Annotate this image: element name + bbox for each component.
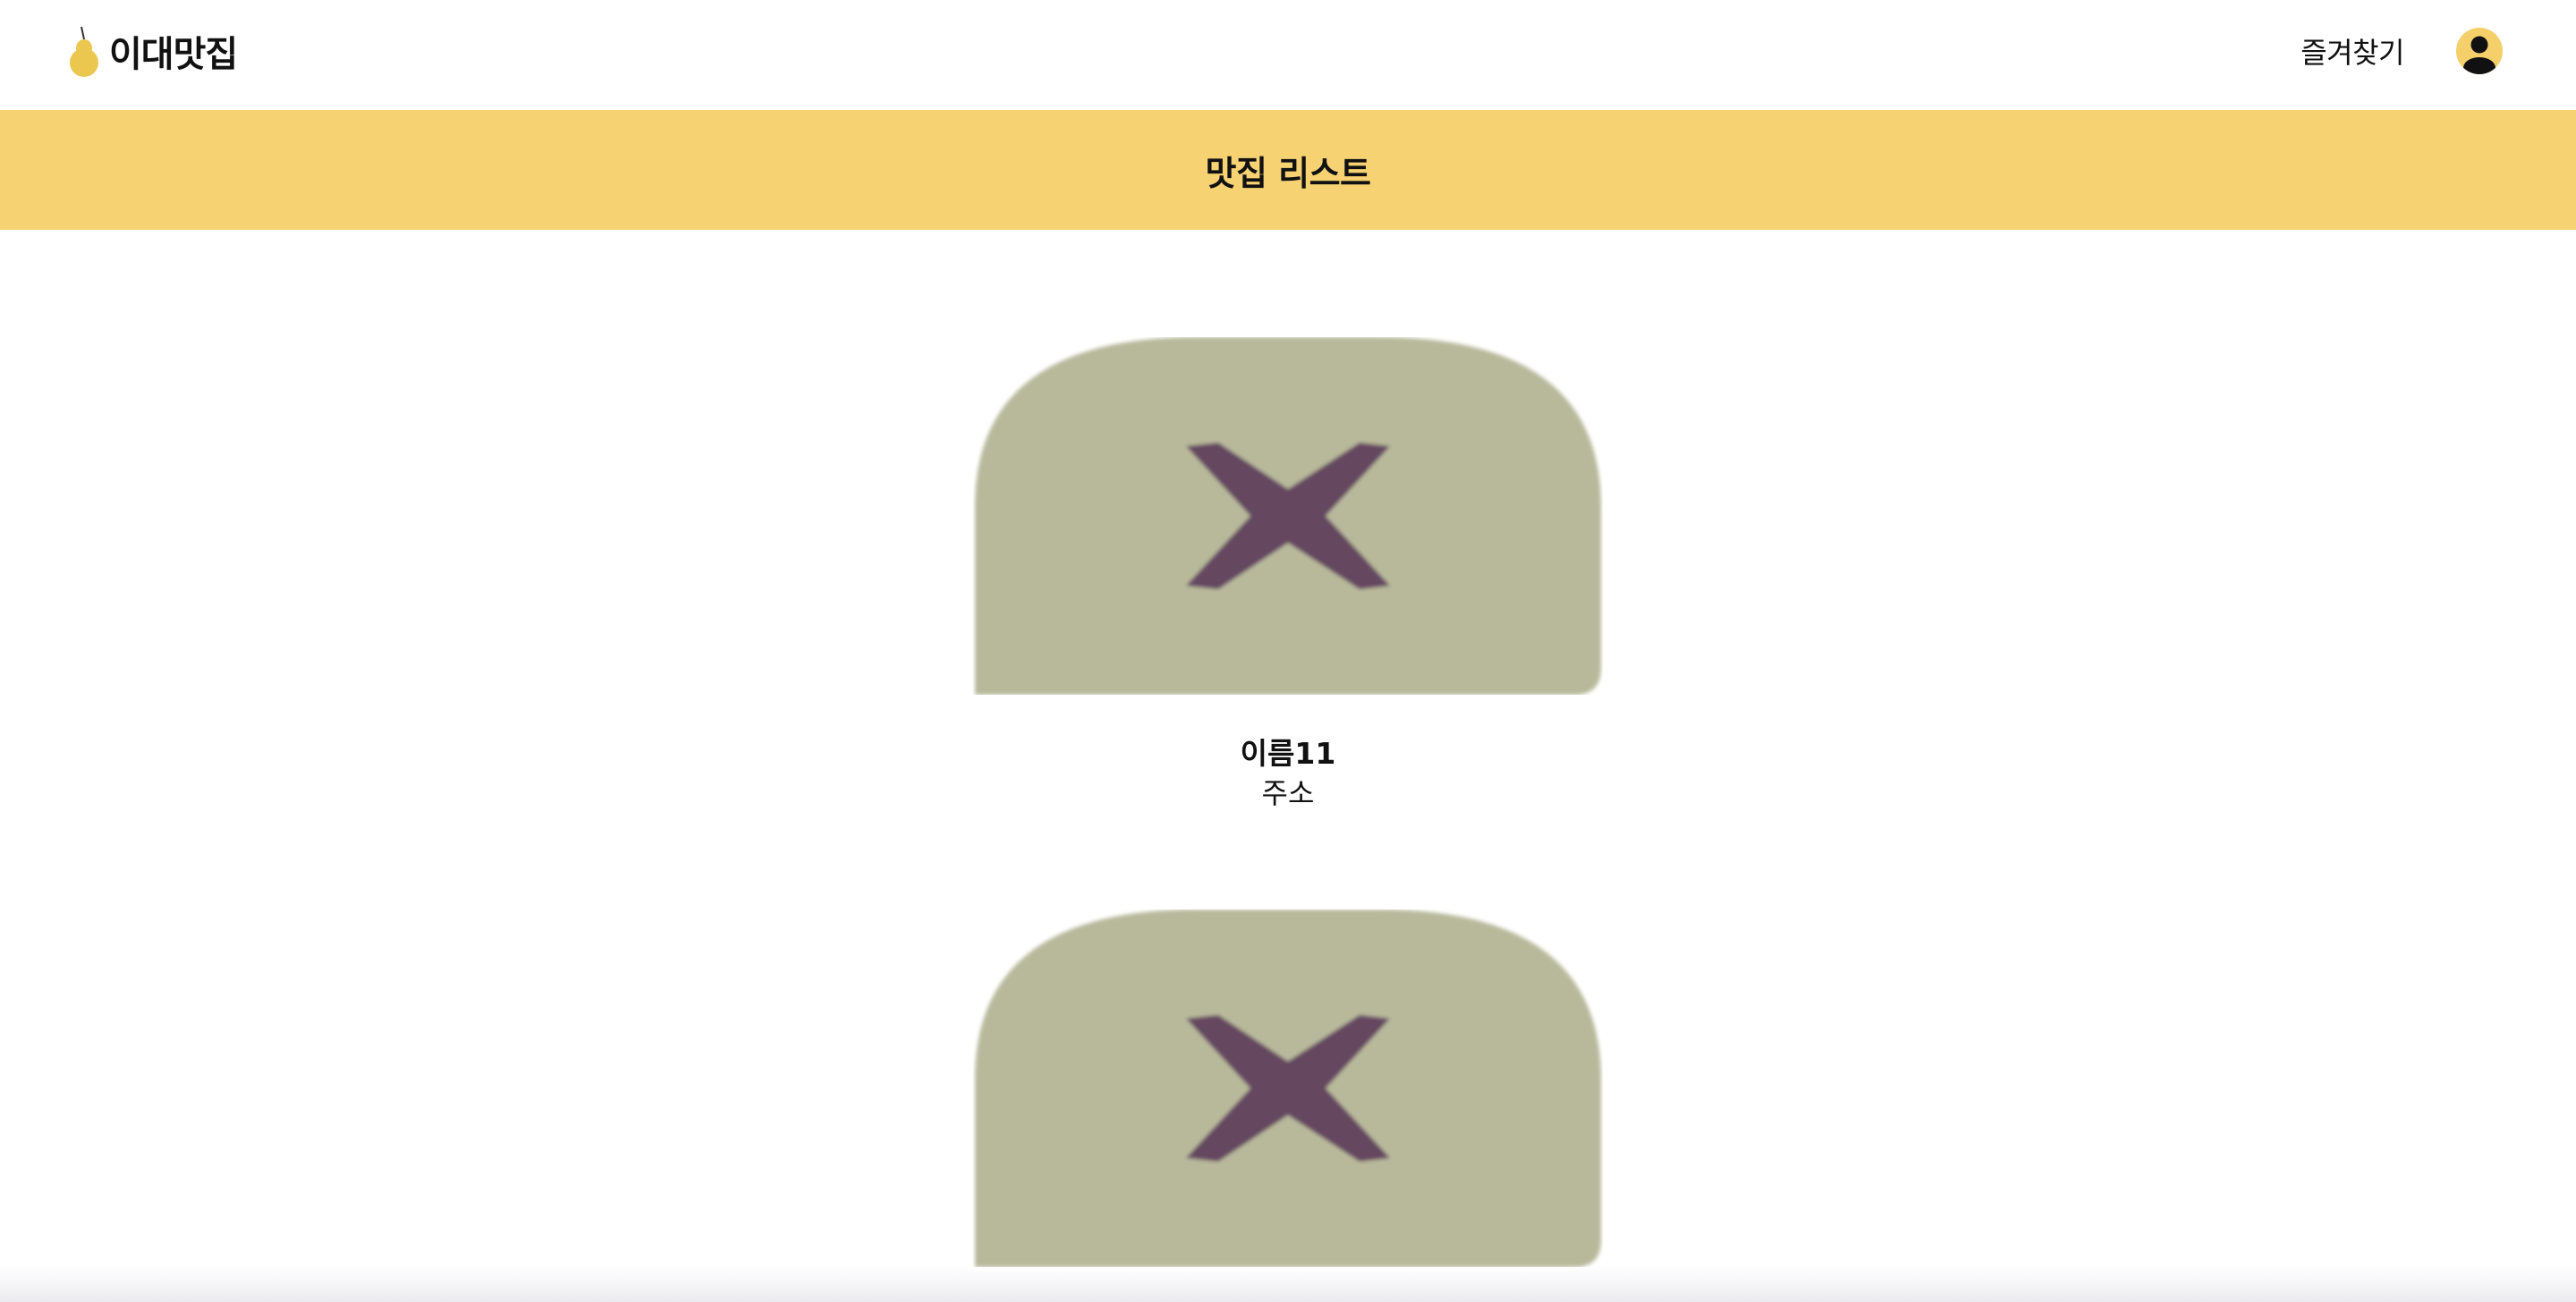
section-banner: 맛집 리스트 [0,110,2576,230]
brand-home-link[interactable]: 이대맛집 [66,21,238,80]
restaurant-name: 이름11 [1240,736,1336,771]
restaurant-address: 주소 [1261,776,1315,810]
pear-logo-icon [70,26,98,77]
broken-image-icon [975,337,1601,695]
favorites-link[interactable]: 즐겨찾기 [2301,30,2404,72]
page-title: 맛집 리스트 [1205,153,1371,193]
restaurant-card[interactable] [973,909,1603,1302]
page: 이대맛집 즐겨찾기 맛집 리스트 이름11 주소 [0,0,2576,1302]
user-icon [2456,28,2503,74]
brand-name: 이대맛집 [109,34,238,75]
top-navbar: 이대맛집 즐겨찾기 [0,0,2576,110]
nav-right: 즐겨찾기 [2301,25,2503,77]
restaurant-list: 이름11 주소 [0,230,2576,1302]
broken-image-icon [975,909,1601,1267]
profile-avatar-button[interactable] [2456,28,2503,74]
restaurant-card[interactable]: 이름11 주소 [973,337,1603,813]
